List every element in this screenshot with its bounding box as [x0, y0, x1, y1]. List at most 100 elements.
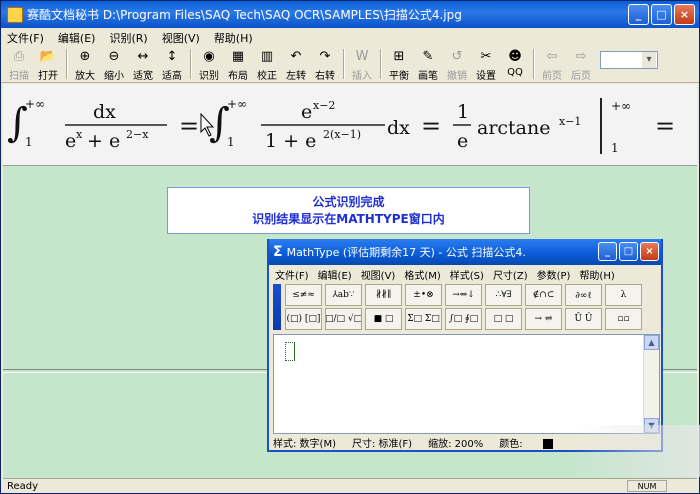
- toolbar-button-4[interactable]: ↔ 适宽: [129, 47, 157, 82]
- palette-button[interactable]: □ □: [485, 308, 522, 330]
- svg-text:e: e: [457, 130, 468, 152]
- mt-status-zoom[interactable]: 缩放: 200%: [428, 435, 483, 450]
- mt-menu-style[interactable]: 样式(S): [450, 267, 484, 282]
- toolbar-button-0[interactable]: ⎙ 扫描: [5, 47, 33, 82]
- toolbar-button-12[interactable]: ⊞ 平衡: [385, 47, 413, 82]
- palette-button[interactable]: (□) [□]: [285, 308, 322, 330]
- mt-menu-file[interactable]: 文件(F): [275, 267, 309, 282]
- mathtype-minimize-button[interactable]: _: [598, 242, 617, 261]
- toolbar-button-17[interactable]: ⇦ 前页: [538, 47, 566, 82]
- mt-menu-size[interactable]: 尺寸(Z): [493, 267, 528, 282]
- svg-text:e: e: [301, 101, 312, 123]
- toolbar-button-7[interactable]: ▦ 布局: [224, 47, 252, 82]
- palette-button[interactable]: Ū Û: [565, 308, 602, 330]
- title-bar: 赛酷文档秘书 D:\Program Files\SAQ Tech\SAQ OCR…: [1, 1, 699, 28]
- palette-button[interactable]: Σ□ Σ□: [405, 308, 442, 330]
- maximize-button[interactable]: □: [651, 4, 672, 25]
- mt-menu-edit[interactable]: 编辑(E): [318, 267, 352, 282]
- mt-status-size[interactable]: 尺寸: 标准(F): [352, 435, 412, 450]
- toolbar-label: 校正: [257, 71, 277, 82]
- toolbar-label: 左转: [286, 71, 306, 82]
- mt-menu-format[interactable]: 格式(M): [404, 267, 440, 282]
- vertical-scrollbar[interactable]: ▲ ▼: [643, 335, 659, 433]
- insert-icon: W: [355, 49, 369, 64]
- palette-button[interactable]: ∫□ ∮□: [445, 308, 482, 330]
- sigma-icon: Σ: [273, 244, 283, 260]
- toolbar-button-5[interactable]: ↕ 适高: [158, 47, 186, 82]
- toolbar-button-18[interactable]: ⇨ 后页: [567, 47, 595, 82]
- toolbar-button-13[interactable]: ✎ 画笔: [414, 47, 442, 82]
- mathtype-close-button[interactable]: ×: [640, 242, 659, 261]
- toolbar-label: 前页: [542, 71, 562, 82]
- mt-menu-params[interactable]: 参数(P): [537, 267, 571, 282]
- mt-status-style[interactable]: 样式: 数字(M): [273, 435, 336, 450]
- toolbar-button-10[interactable]: ↷ 右转: [311, 47, 339, 82]
- svg-text:2−x: 2−x: [126, 128, 149, 141]
- svg-text:dx: dx: [93, 101, 116, 123]
- toolbar-label: 打开: [38, 71, 58, 82]
- toolbar-button-14[interactable]: ↺ 撤销: [443, 47, 471, 82]
- toolbar-button-8[interactable]: ▥ 校正: [253, 47, 281, 82]
- palette-button[interactable]: ∉∩⊂: [525, 284, 562, 306]
- palette-button[interactable]: →⇔↓: [445, 284, 482, 306]
- notice-line-1: 公式识别完成: [312, 195, 385, 209]
- toolbar-separator: [190, 49, 192, 79]
- mathtype-maximize-button[interactable]: □: [619, 242, 638, 261]
- menu-edit[interactable]: 编辑(E): [58, 30, 96, 46]
- svg-text:1 + e: 1 + e: [265, 130, 316, 152]
- toolbar-label: 平衡: [389, 71, 409, 82]
- toolbar-button-11[interactable]: W 插入: [348, 47, 376, 82]
- zoom-out-icon: ⊖: [108, 49, 120, 64]
- next-page-icon: ⇨: [575, 49, 587, 64]
- toolbar-button-3[interactable]: ⊖ 缩小: [100, 47, 128, 82]
- mt-menu-help[interactable]: 帮助(H): [579, 267, 614, 282]
- palette-button[interactable]: ⅄ab∵: [325, 284, 362, 306]
- svg-text:=: =: [421, 112, 441, 140]
- svg-text:1: 1: [611, 141, 619, 155]
- palette-button[interactable]: ▫▫: [605, 308, 642, 330]
- toolbar-separator: [533, 49, 535, 79]
- page-select[interactable]: [600, 51, 658, 69]
- palette-button[interactable]: ∴∀∃: [485, 284, 522, 306]
- mathtype-window: Σ MathType (评估期剩余17 天) - 公式 扫描公式4. _ □ ×…: [267, 239, 663, 452]
- palette-button[interactable]: ■ □: [365, 308, 402, 330]
- palette-button[interactable]: λ: [605, 284, 642, 306]
- watermark-blur: [574, 425, 700, 477]
- menu-file[interactable]: 文件(F): [7, 30, 44, 46]
- palette-button[interactable]: ±•⊗: [405, 284, 442, 306]
- palette-button[interactable]: □/□ √□: [325, 308, 362, 330]
- svg-text:e: e: [65, 130, 76, 152]
- toolbar-button-6[interactable]: ◉ 识别: [195, 47, 223, 82]
- pen-icon: ✎: [422, 49, 434, 64]
- menu-bar: 文件(F) 编辑(E) 识别(R) 视图(V) 帮助(H): [1, 28, 699, 47]
- toolbar-button-2[interactable]: ⊕ 放大: [71, 47, 99, 82]
- menu-recognize[interactable]: 识别(R): [109, 30, 147, 46]
- formula-image: ∫ +∞ 1 dx ex + e 2−x = ∫ +∞ 1 e x−2 1 + e2…: [7, 97, 675, 155]
- toolbar-button-1[interactable]: 📂 打开: [34, 47, 62, 82]
- palette-button[interactable]: ≤≠≈: [285, 284, 322, 306]
- palette-button[interactable]: → ⇌: [525, 308, 562, 330]
- toolbar-label: 适宽: [133, 71, 153, 82]
- status-bar: Ready NUM: [3, 478, 697, 493]
- notice-line-2: 识别结果显示在MATHTYPE窗口内: [252, 212, 445, 226]
- toolbar-button-15[interactable]: ✂ 设置: [472, 47, 500, 82]
- rotate-left-icon: ↶: [290, 49, 302, 64]
- close-button[interactable]: ×: [674, 4, 695, 25]
- app-icon: [7, 6, 23, 23]
- fit-height-icon: ↕: [166, 49, 178, 64]
- toolbar-label: 布局: [228, 71, 248, 82]
- palette-button[interactable]: ∦∦∥: [365, 284, 402, 306]
- scroll-up-icon[interactable]: ▲: [644, 335, 659, 350]
- minimize-button[interactable]: _: [628, 4, 649, 25]
- menu-help[interactable]: 帮助(H): [214, 30, 253, 46]
- menu-view[interactable]: 视图(V): [162, 30, 200, 46]
- equation-edit-area[interactable]: ▲ ▼: [273, 334, 660, 434]
- svg-text:=: =: [179, 112, 199, 140]
- mt-menu-view[interactable]: 视图(V): [361, 267, 396, 282]
- svg-text:arctane: arctane: [477, 117, 551, 139]
- toolbar-button-9[interactable]: ↶ 左转: [282, 47, 310, 82]
- toolbar-button-16[interactable]: ☻ QQ: [501, 47, 529, 81]
- scanner-icon: ⎙: [13, 49, 25, 64]
- mt-status-color[interactable]: 颜色:: [499, 435, 568, 450]
- palette-button[interactable]: ∂∞ℓ: [565, 284, 602, 306]
